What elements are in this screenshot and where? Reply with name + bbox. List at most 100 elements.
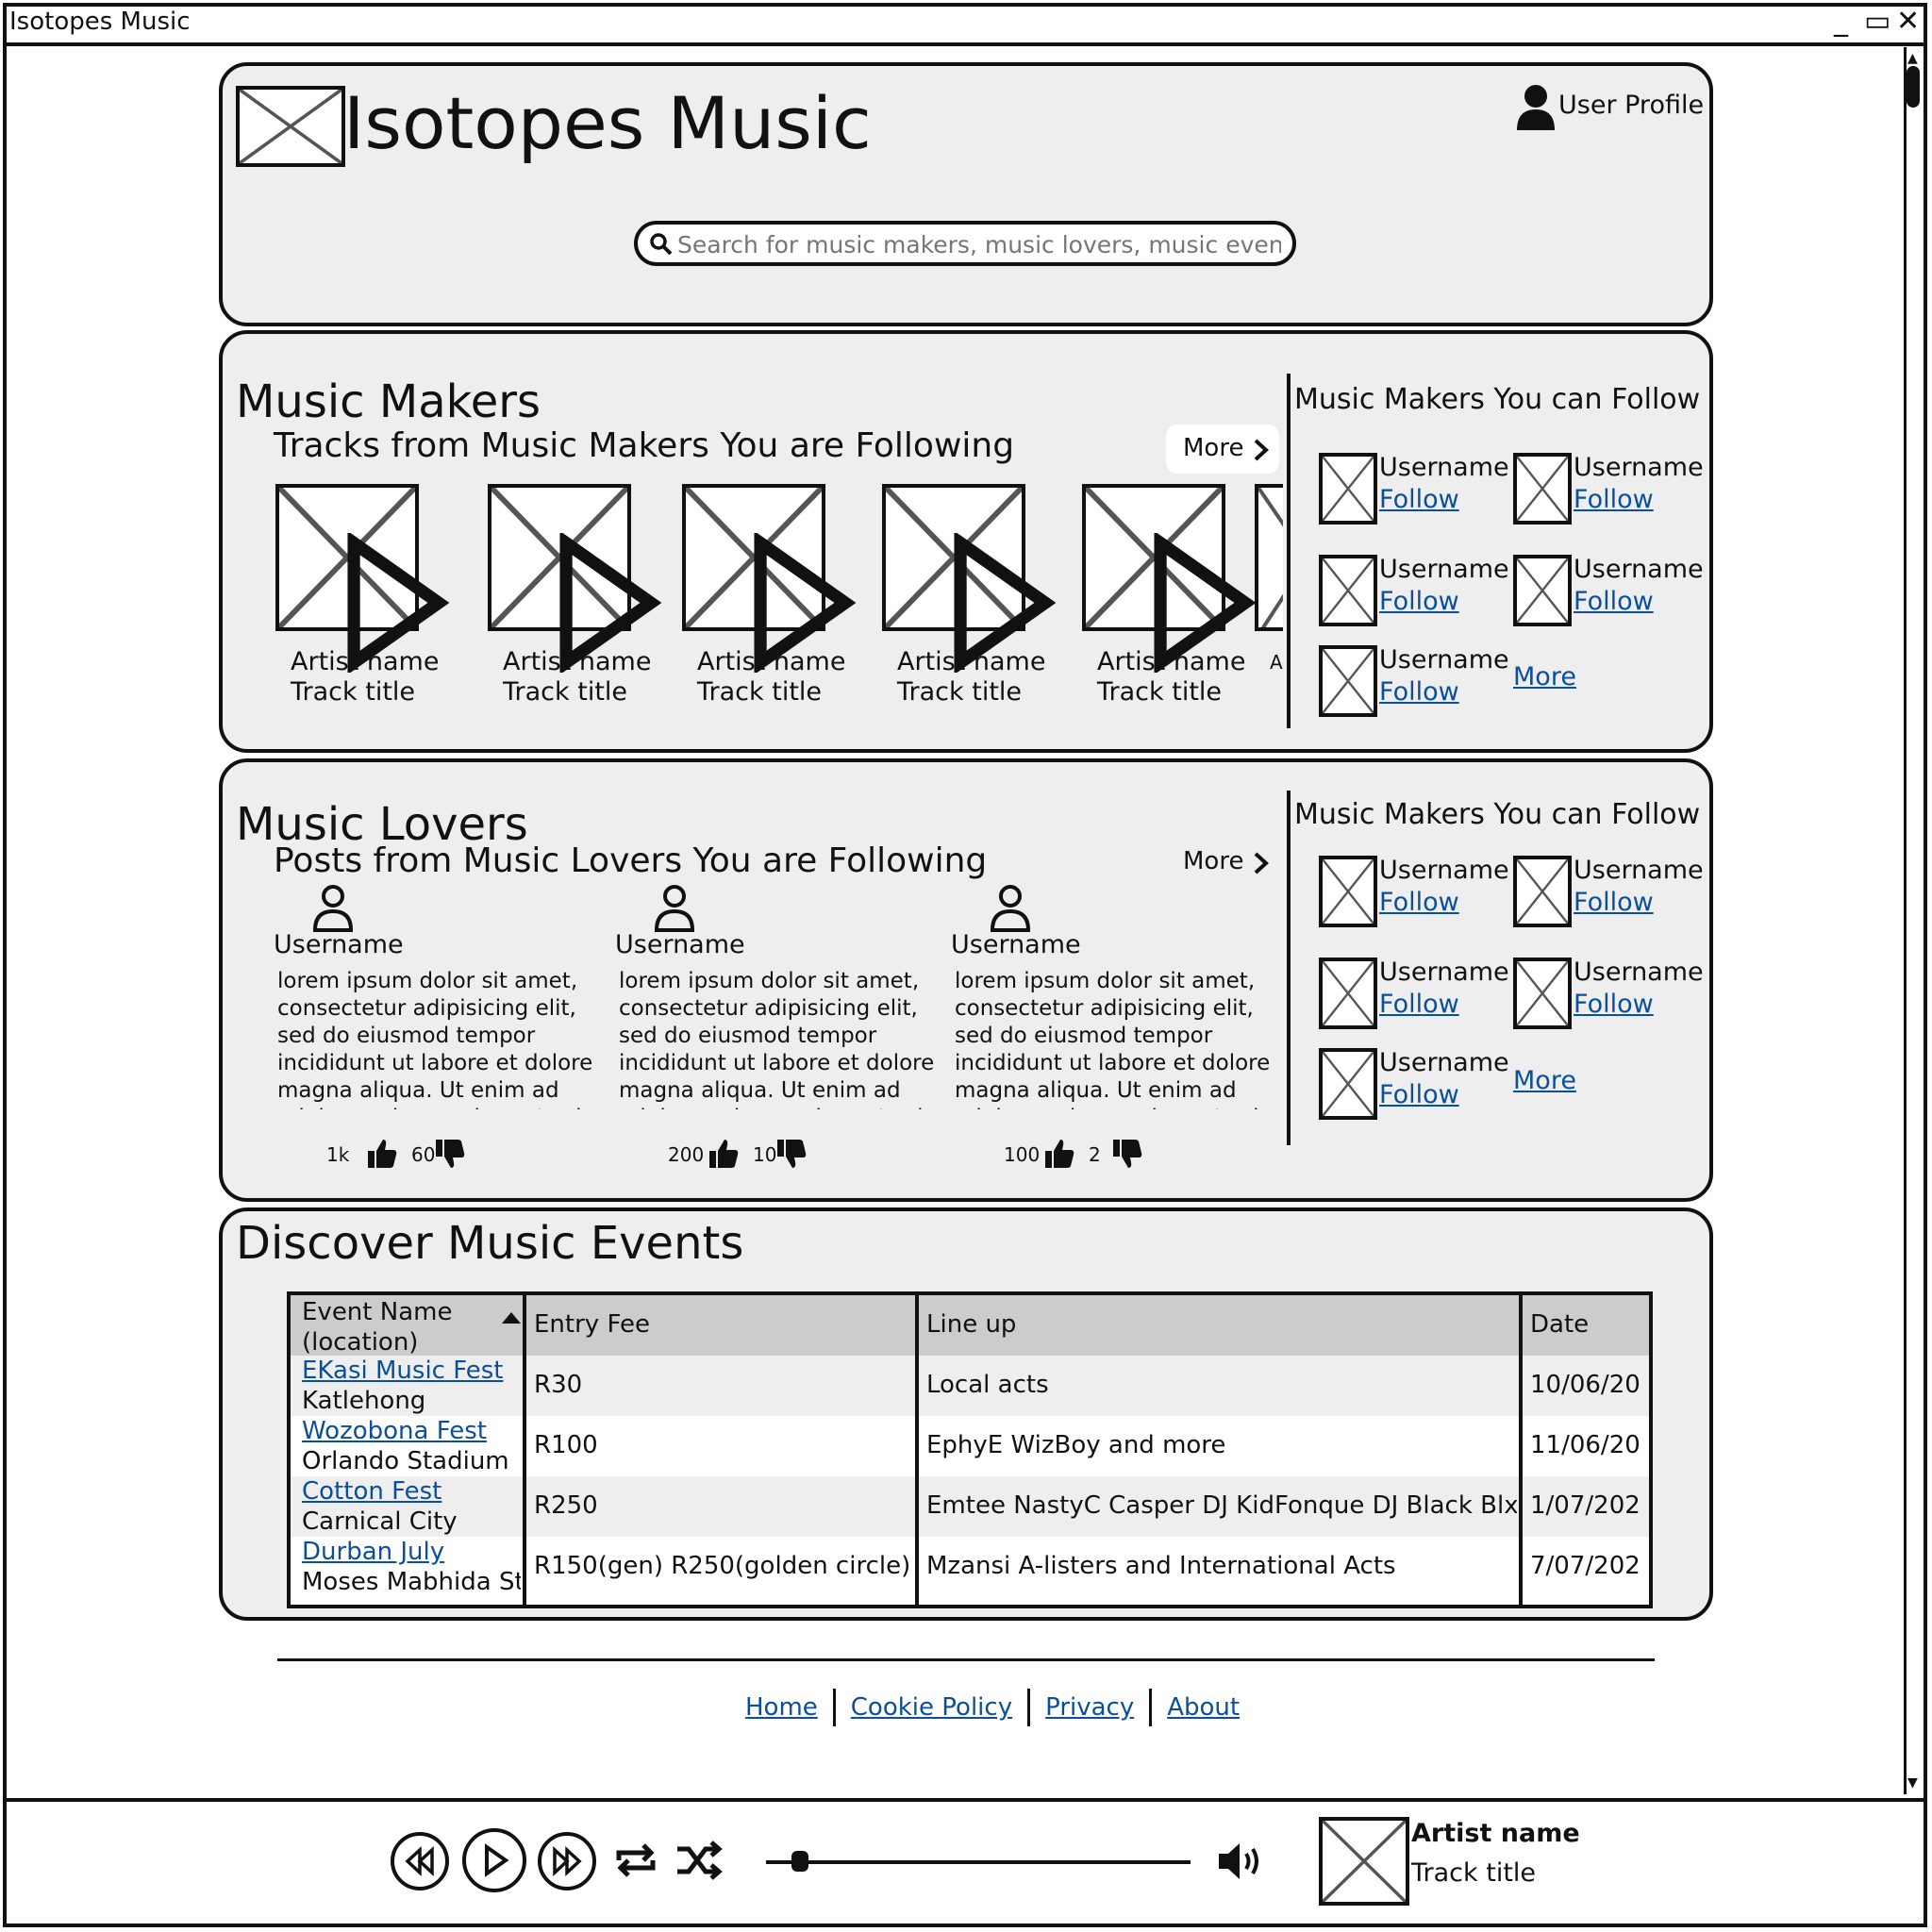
follow-username: Username: [1574, 555, 1704, 584]
event-link[interactable]: EKasi Music Fest: [302, 1356, 521, 1386]
thumbs-down-icon[interactable]: [775, 1138, 808, 1170]
thumbs-up-icon[interactable]: [1043, 1138, 1075, 1170]
follow-link[interactable]: Follow: [1379, 888, 1459, 917]
follow-link[interactable]: Follow: [1574, 485, 1654, 514]
track-title[interactable]: Track title: [897, 677, 1022, 707]
follow-link[interactable]: Follow: [1379, 1080, 1459, 1109]
follow-username: Username: [1379, 555, 1509, 584]
rewind-icon: [405, 1846, 434, 1876]
footer-link-cookie-policy[interactable]: Cookie Policy: [851, 1693, 1012, 1722]
play-button[interactable]: [462, 1828, 526, 1892]
rewind-button[interactable]: [391, 1832, 449, 1890]
event-link[interactable]: Durban July: [302, 1537, 521, 1567]
vertical-scrollbar[interactable]: [1904, 47, 1923, 1794]
like-count: 1k: [326, 1143, 350, 1166]
follow-link[interactable]: Follow: [1574, 990, 1654, 1019]
column-header-lineup[interactable]: Line up: [919, 1310, 1016, 1339]
column-header-date[interactable]: Date: [1523, 1310, 1589, 1339]
events-title: Discover Music Events: [236, 1217, 744, 1270]
column-header-entry-fee[interactable]: Entry Fee: [526, 1310, 650, 1339]
logo-image: [236, 86, 345, 167]
post-username[interactable]: Username: [615, 930, 745, 959]
thumbs-up-icon[interactable]: [708, 1138, 740, 1170]
track-art[interactable]: [488, 484, 662, 673]
partial-track-art[interactable]: [1255, 484, 1283, 631]
thumbs-up-icon[interactable]: [366, 1138, 398, 1170]
fast-forward-button[interactable]: [538, 1832, 596, 1890]
track-artist[interactable]: Artist name: [697, 647, 845, 676]
follow-username: Username: [1379, 958, 1509, 987]
volume-button[interactable]: [1217, 1840, 1268, 1883]
user-icon[interactable]: [1515, 83, 1557, 130]
scroll-down-icon[interactable]: ▼: [1907, 1775, 1918, 1790]
follow-link[interactable]: Follow: [1379, 587, 1459, 616]
track-art[interactable]: [275, 484, 450, 673]
follow-link[interactable]: Follow: [1574, 888, 1654, 917]
progress-track[interactable]: [766, 1860, 1191, 1864]
post-text: lorem ipsum dolor sit amet, consectetur …: [955, 969, 1271, 1109]
search-bar[interactable]: [634, 221, 1296, 266]
lineup-cell: Local acts: [926, 1371, 1049, 1399]
user-avatar: [1513, 856, 1572, 927]
follow-username: Username: [1379, 856, 1509, 885]
track-title[interactable]: Track title: [291, 677, 415, 707]
track-art[interactable]: [1082, 484, 1257, 673]
column-header-label: Event Name: [302, 1298, 453, 1326]
music-lovers-more-button[interactable]: More: [1166, 838, 1279, 887]
column-divider: [523, 1295, 526, 1605]
thumbs-down-icon[interactable]: [1111, 1138, 1143, 1170]
minimize-button[interactable]: _: [1834, 6, 1848, 38]
track-title[interactable]: Track title: [503, 677, 627, 707]
scroll-up-icon[interactable]: ▲: [1907, 51, 1918, 66]
user-icon: [653, 883, 696, 932]
dislike-count: 10: [753, 1143, 777, 1166]
music-makers-more-button[interactable]: More: [1166, 425, 1279, 474]
search-input[interactable]: [675, 230, 1283, 259]
event-link[interactable]: Wozobona Fest: [302, 1416, 521, 1446]
repeat-icon: [616, 1843, 656, 1877]
follow-link[interactable]: Follow: [1574, 587, 1654, 616]
follow-username: Username: [1574, 856, 1704, 885]
maximize-button[interactable]: ▭: [1864, 6, 1890, 38]
footer-link-about[interactable]: About: [1167, 1693, 1240, 1722]
event-link[interactable]: Cotton Fest: [302, 1476, 521, 1507]
follow-suggestions-title: Music Makers You can Follow: [1294, 383, 1701, 416]
follow-username: Username: [1379, 453, 1509, 482]
track-artist[interactable]: Artist name: [897, 647, 1045, 676]
track-art[interactable]: [882, 484, 1057, 673]
follow-more-link[interactable]: More: [1513, 1066, 1576, 1095]
track-title[interactable]: Track title: [1097, 677, 1222, 707]
user-avatar: [1513, 555, 1572, 626]
events-table: Event Name (location) Entry Fee Line up …: [287, 1291, 1653, 1608]
footer-link-privacy[interactable]: Privacy: [1045, 1693, 1134, 1722]
more-label: More: [1183, 847, 1244, 875]
column-header-event[interactable]: Event Name (location): [294, 1297, 452, 1357]
user-avatar: [1319, 1048, 1377, 1120]
track-artist[interactable]: Artist name: [291, 647, 439, 676]
track-artist[interactable]: Artist name: [503, 647, 651, 676]
user-profile-link[interactable]: User Profile: [1558, 91, 1704, 120]
follow-link[interactable]: Follow: [1379, 485, 1459, 514]
repeat-button[interactable]: [611, 1836, 660, 1885]
track-art[interactable]: [682, 484, 857, 673]
thumbs-down-icon[interactable]: [434, 1138, 466, 1170]
post-username[interactable]: Username: [274, 930, 404, 959]
now-playing-artist: Artist name: [1411, 1819, 1580, 1848]
track-artist[interactable]: Artist name: [1097, 647, 1245, 676]
footer-link-home[interactable]: Home: [745, 1693, 818, 1722]
post-username[interactable]: Username: [951, 930, 1081, 959]
column-divider: [1519, 1295, 1523, 1605]
volume-icon: [1219, 1843, 1258, 1879]
follow-link[interactable]: Follow: [1379, 677, 1459, 707]
track-title[interactable]: Track title: [697, 677, 822, 707]
close-button[interactable]: ✕: [1896, 6, 1920, 38]
date-cell: 7/07/202: [1530, 1552, 1641, 1580]
sort-ascending-icon[interactable]: [502, 1312, 521, 1324]
progress-knob[interactable]: [791, 1851, 808, 1872]
follow-link[interactable]: Follow: [1379, 990, 1459, 1019]
shuffle-button[interactable]: [674, 1836, 724, 1885]
entry-fee-cell: R250: [534, 1491, 598, 1520]
scrollbar-thumb[interactable]: [1907, 66, 1920, 108]
entry-fee-cell: R150(gen) R250(golden circle) R: [534, 1552, 913, 1580]
follow-more-link[interactable]: More: [1513, 662, 1576, 691]
